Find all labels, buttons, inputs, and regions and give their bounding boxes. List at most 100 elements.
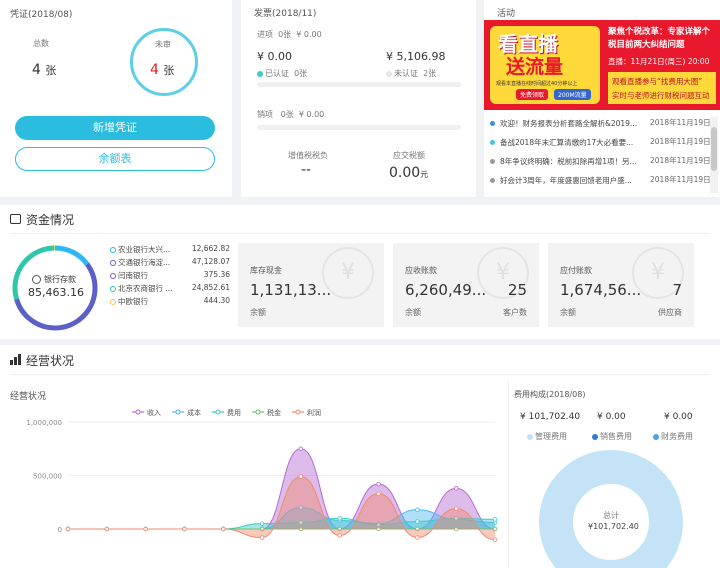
activity-item-text: 欢迎！财务报表分析套路全解析&2019... (500, 118, 638, 128)
uncertified-amount: ¥ 5,106.98 (386, 50, 446, 63)
input-row: 进项 0张 ¥ 0.00 (257, 29, 322, 40)
banner-small-text: 观看本直播在线时间超过40分钟以上 (496, 81, 578, 87)
data-point[interactable] (298, 474, 304, 479)
bank-icon (32, 275, 41, 284)
expense-value-0: ¥ 101,702.40 (520, 412, 581, 422)
data-point[interactable] (415, 507, 420, 512)
legend-marker[interactable] (135, 409, 141, 415)
ops-section: 经营状况 经营状况 1,000,000 500,000 0 收入 成本 费用 税金 利润 费用… (0, 345, 720, 568)
total-count: 4 张 (32, 62, 56, 78)
banner-sub2: 实时与老师进行财税问题互动 (612, 91, 710, 100)
receivable-tile[interactable]: ¥ 应收账款 6,260,49... 25 余额 客户数 (393, 243, 539, 327)
data-point[interactable] (259, 521, 265, 526)
data-point[interactable] (259, 535, 265, 540)
voucher-title: 凭证(2018/08) (10, 10, 73, 20)
activity-title: 活动 (497, 9, 516, 19)
bank-amount: 24,852.61 (191, 283, 230, 292)
banner-title: 聚焦个税改革：专家详解个税目前两大纠结问题 (608, 27, 711, 50)
data-point[interactable] (143, 526, 148, 532)
activity-item[interactable]: 备战2018年末汇算清缴的17大必看要... 2018年11月19日 (490, 136, 711, 148)
activity-list: 欢迎！财务报表分析套路全解析&2019... 2018年11月19日 备战2018年… (490, 117, 711, 193)
data-point[interactable] (182, 526, 187, 532)
bullet-icon (490, 177, 495, 183)
legend-marker[interactable] (255, 409, 261, 415)
activity-item-date: 2018年11月19日 (650, 156, 711, 165)
bank-row[interactable]: 闫南银行 375.36 (110, 270, 230, 281)
banner-btn2: 200M流量 (554, 89, 591, 100)
data-point[interactable] (453, 486, 459, 491)
expense-divider (508, 381, 509, 568)
activity-item[interactable]: 好会计3周年，年度盛惠回馈老用户盛... 2018年11月19日 (490, 174, 711, 186)
expense-center-label: 总计 (603, 511, 619, 520)
tile-count: 7 (672, 281, 682, 299)
data-point[interactable] (376, 491, 381, 496)
banner-big2: 送流量 (506, 56, 564, 78)
output-progress-bar (257, 125, 461, 130)
activity-item[interactable]: 欢迎！财务报表分析套路全解析&2019... 2018年11月19日 (490, 117, 711, 129)
legend-dot (592, 433, 598, 440)
bank-ring-icon (110, 286, 116, 292)
data-point[interactable] (492, 517, 498, 522)
legend-dot (527, 433, 533, 440)
cash-tile[interactable]: ¥ 库存现金 1,131,13... 余额 (238, 243, 384, 327)
activity-item-text: 备战2018年末汇算清缴的17大必看要... (500, 137, 634, 147)
bank-row[interactable]: 中欧银行 444.30 (110, 296, 230, 307)
unreviewed-count[interactable]: 4 张 (150, 62, 174, 78)
tile-count: 25 (507, 281, 527, 299)
legend-marker[interactable] (295, 409, 301, 415)
legend-label: 收入 (147, 408, 161, 417)
vat-value: -- (301, 162, 312, 178)
input-label: 进项 (257, 30, 273, 39)
bank-row[interactable]: 北京农商银行 ... 24,852.61 (110, 283, 230, 294)
donut-value: 85,463.16 (28, 286, 84, 299)
output-label: 销项 (257, 110, 273, 119)
expense-legend-0: 管理费用 (527, 431, 567, 442)
legend-marker[interactable] (175, 409, 181, 415)
tile-bottom-right: 客户数 (503, 308, 527, 317)
bank-name: 闫南银行 (118, 271, 148, 280)
legend-marker[interactable] (215, 409, 221, 415)
expense-value-1: ¥ 0.00 (597, 412, 626, 422)
balance-sheet-button[interactable]: 余额表 (15, 147, 215, 171)
payable-tile[interactable]: ¥ 应付账款 1,674,56... 7 余额 供应商 (548, 243, 694, 327)
add-voucher-button[interactable]: 新增凭证 (15, 116, 215, 140)
activity-scrollbar[interactable] (710, 117, 718, 193)
bank-row[interactable]: 农业银行大兴... 12,662.82 (110, 244, 230, 255)
bank-name: 北京农商银行 ... (118, 284, 173, 293)
data-point[interactable] (337, 516, 342, 521)
output-row: 销项 0张 ¥ 0.00 (257, 109, 324, 120)
data-point[interactable] (492, 537, 498, 542)
certified-label: 已认证 (265, 69, 289, 78)
data-point[interactable] (298, 446, 304, 451)
bullet-icon (490, 139, 495, 145)
expense-value-2: ¥ 0.00 (664, 412, 693, 422)
tile-bottom-right: 供应商 (658, 308, 682, 317)
data-point[interactable] (376, 481, 381, 487)
data-point[interactable] (104, 526, 110, 532)
bullet-icon (490, 158, 495, 164)
certified-amount: ¥ 0.00 (257, 50, 292, 63)
data-point[interactable] (221, 526, 226, 532)
bank-amount: 47,128.07 (191, 257, 230, 266)
activity-card: 活动 看直播 送流量 观看本直播在线时间超过40分钟以上 免费领取 200M流量… (484, 0, 720, 197)
bank-row[interactable]: 交通银行海淀... 47,128.07 (110, 257, 230, 268)
bank-ring-icon (110, 299, 116, 305)
legend-label: 利润 (307, 408, 321, 417)
data-point[interactable] (415, 535, 420, 540)
scrollbar-thumb[interactable] (711, 127, 717, 171)
uncertified-dot (386, 70, 392, 77)
output-count: 0张 (280, 110, 294, 119)
data-point[interactable] (337, 533, 342, 538)
bank-name: 农业银行大兴... (118, 245, 171, 254)
total-value: 4 (32, 62, 41, 78)
unreviewed-value: 4 (150, 62, 159, 78)
data-point[interactable] (65, 526, 71, 532)
data-point[interactable] (415, 519, 420, 524)
invoice-title: 发票(2018/11) (254, 9, 317, 19)
tile-bottom-left: 余额 (250, 308, 266, 317)
output-amount: ¥ 0.00 (298, 110, 325, 119)
activity-banner[interactable]: 看直播 送流量 观看本直播在线时间超过40分钟以上 免费领取 200M流量 聚焦… (484, 20, 720, 110)
data-point[interactable] (453, 506, 459, 511)
activity-item[interactable]: 8年争议终明确：税前扣除再增1项！另... 2018年11月19日 (490, 155, 711, 167)
bank-amount: 12,662.82 (191, 244, 230, 253)
